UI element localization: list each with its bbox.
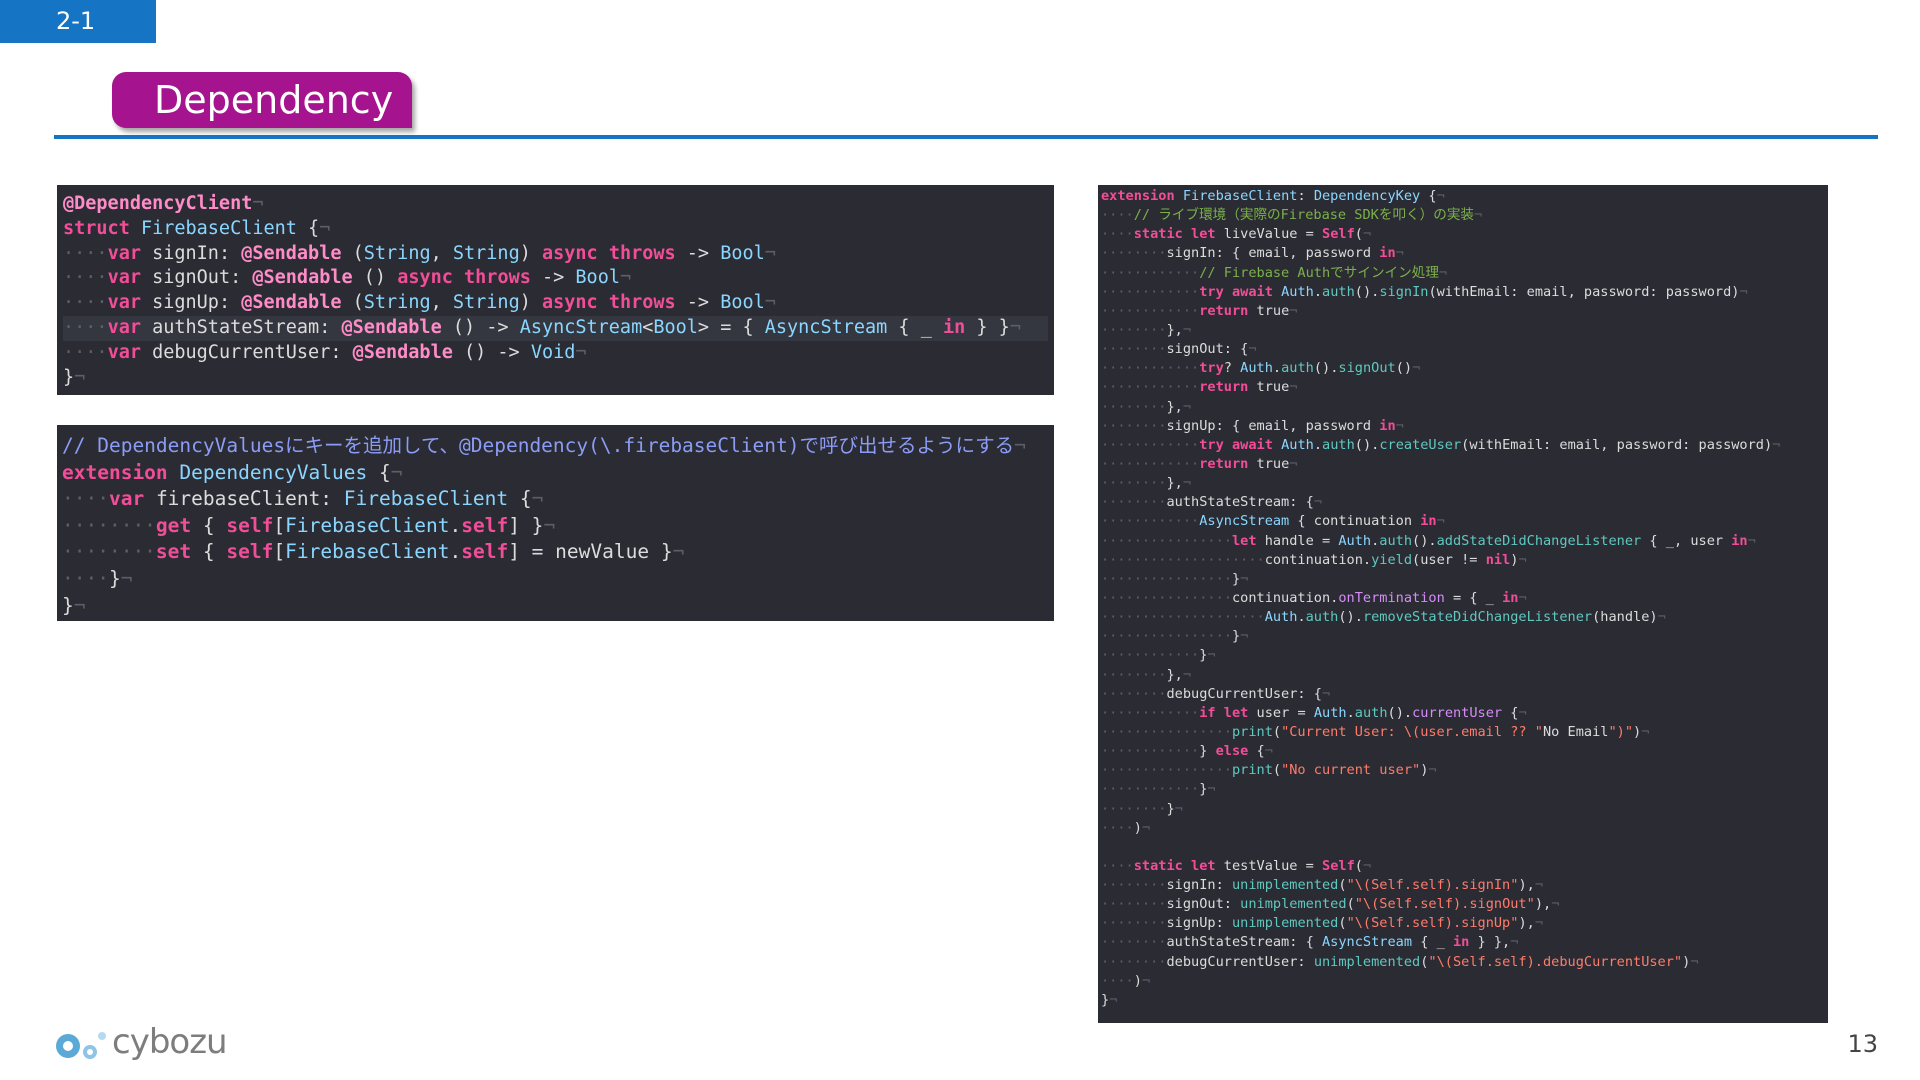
code-line: ····················continuation.yield(u…: [1101, 551, 1527, 568]
code-line: ····static let testValue = Self(¬: [1101, 857, 1372, 874]
code-line: ········},¬: [1101, 398, 1192, 415]
code-line: @DependencyClient¬: [63, 193, 264, 214]
code-line: ············}¬: [1101, 781, 1216, 798]
code-line: ····var authStateStream: @Sendable () ->…: [63, 315, 1048, 341]
code-line: ········signIn: { email, password in¬: [1101, 245, 1404, 262]
code-line: ····var firebaseClient: FirebaseClient {…: [62, 487, 544, 511]
code-line: ········authStateStream: {¬: [1101, 494, 1322, 511]
code-block-firebase-client-struct: @DependencyClient¬ struct FirebaseClient …: [57, 185, 1054, 395]
code-line: ············return true¬: [1101, 455, 1298, 472]
code-line: ········signUp: unimplemented("\(Self.se…: [1101, 915, 1543, 932]
code-line: ····var signOut: @Sendable () async thro…: [63, 267, 632, 289]
code-line: // DependencyValuesにキーを追加して、@Dependency(…: [62, 434, 1026, 457]
code-line: ········debugCurrentUser: {¬: [1101, 685, 1331, 702]
code-line: extension FirebaseClient: DependencyKey …: [1101, 188, 1445, 204]
code-line: ················}¬: [1101, 628, 1249, 645]
code-line: ········get { self[FirebaseClient.self] …: [62, 513, 556, 537]
code-line: ········},¬: [1101, 666, 1192, 683]
code-line: ············return true¬: [1101, 379, 1298, 396]
code-block-dependency-values-extension: // DependencyValuesにキーを追加して、@Dependency(…: [57, 425, 1054, 621]
code-line: }¬: [63, 366, 86, 388]
code-line: ····// ライブ環境（実際のFirebase SDKを叩く）の実装¬: [1101, 207, 1483, 224]
code-line: ················print("Current User: \(u…: [1101, 723, 1650, 740]
code-line: ········signIn: unimplemented("\(Self.se…: [1101, 877, 1543, 894]
code-line: ····var signIn: @Sendable (String, Strin…: [63, 242, 776, 264]
code-line: ············try await Auth.auth().create…: [1101, 436, 1781, 453]
code-line: ················}¬: [1101, 570, 1249, 587]
code-line: ················let handle = Auth.auth()…: [1101, 532, 1756, 549]
title-divider: [54, 135, 1878, 139]
slide-title: Dependency: [112, 72, 412, 128]
code-line: ············} else {¬: [1101, 743, 1273, 760]
code-line: ········}¬: [1101, 800, 1183, 817]
code-line: ········authStateStream: { AsyncStream {…: [1101, 934, 1519, 951]
code-line: ············return true¬: [1101, 302, 1298, 319]
code-line: ····static let liveValue = Self(¬: [1101, 226, 1372, 243]
code-line: struct FirebaseClient {¬: [63, 217, 331, 239]
code-line: ········set { self[FirebaseClient.self] …: [62, 540, 685, 564]
code-line: ············}¬: [1101, 647, 1216, 664]
code-line: ········signUp: { email, password in¬: [1101, 417, 1404, 434]
code-line: ····var debugCurrentUser: @Sendable () -…: [63, 341, 587, 363]
code-line: ············if let user = Auth.auth().cu…: [1101, 704, 1527, 721]
code-line: ············try await Auth.auth().signIn…: [1101, 283, 1748, 300]
brand-wordmark: cybozu: [112, 1022, 228, 1062]
code-line: ················print("No current user")…: [1101, 762, 1437, 779]
code-line: ····}¬: [62, 566, 133, 590]
code-line: }¬: [1101, 991, 1118, 1008]
code-line: ····················Auth.auth().removeSt…: [1101, 609, 1666, 626]
code-line: ········},¬: [1101, 321, 1192, 338]
code-line: ········signOut: {¬: [1101, 341, 1257, 358]
code-line: extension DependencyValues {¬: [62, 460, 403, 484]
page-number: 13: [1847, 1030, 1878, 1058]
code-line: ····)¬: [1101, 972, 1151, 989]
code-line: ············try? Auth.auth().signOut()¬: [1101, 360, 1421, 377]
code-line: ············// Firebase Authでサインイン処理¬: [1101, 264, 1448, 281]
code-line: ················continuation.onTerminati…: [1101, 589, 1527, 606]
code-line: ········signOut: unimplemented("\(Self.s…: [1101, 896, 1560, 913]
code-line: }¬: [62, 593, 86, 617]
code-line: ········},¬: [1101, 475, 1192, 492]
code-line: ············AsyncStream { continuation i…: [1101, 513, 1445, 530]
code-line: ····)¬: [1101, 819, 1151, 836]
code-line: ········debugCurrentUser: unimplemented(…: [1101, 953, 1699, 970]
code-block-dependency-key-extension: extension FirebaseClient: DependencyKey …: [1098, 185, 1828, 1023]
code-line: ····var signUp: @Sendable (String, Strin…: [63, 292, 776, 314]
section-number: 2-1: [0, 0, 156, 43]
